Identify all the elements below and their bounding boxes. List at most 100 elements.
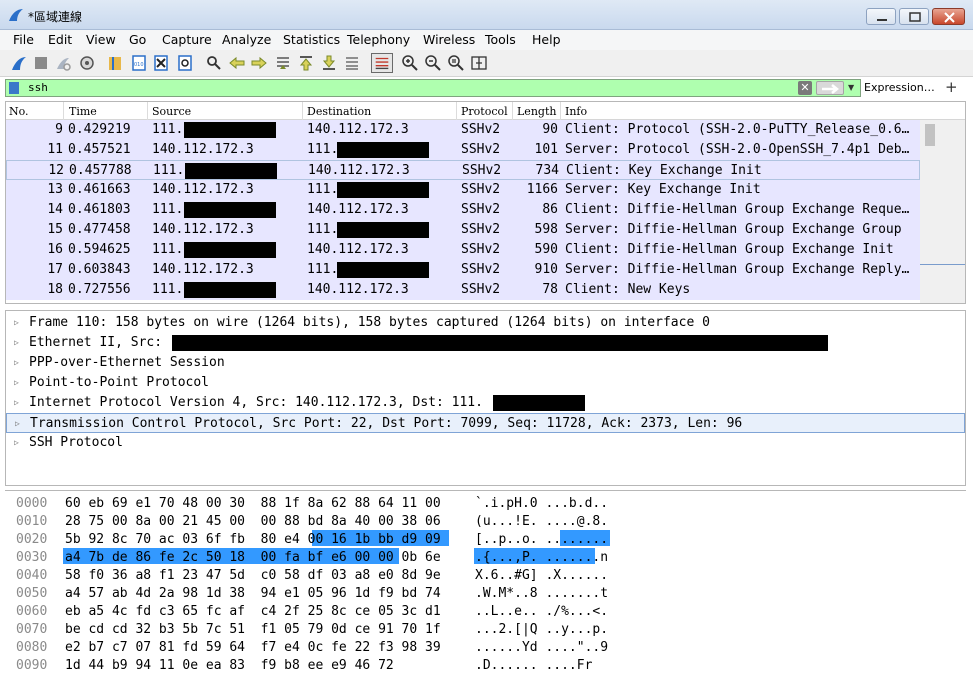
- minimize-button[interactable]: [866, 8, 896, 25]
- column-destination[interactable]: Destination: [307, 105, 371, 118]
- cell-no: 17: [47, 262, 63, 277]
- cell-no: 14: [47, 202, 63, 217]
- expression-button[interactable]: Expression…: [864, 81, 935, 94]
- expand-arrow-icon[interactable]: ▷: [14, 318, 19, 327]
- packet-row[interactable]: 15 0.477458 140.112.172.3 111. SSHv2 598 Serve…: [6, 220, 920, 240]
- bytes-row[interactable]: 0000 60 eb 69 e1 70 48 00 30 88 1f 8a 62 …: [5, 495, 705, 513]
- reload-icon[interactable]: [176, 54, 194, 72]
- bytes-offset: 0040: [16, 568, 48, 583]
- expand-arrow-icon[interactable]: ▷: [14, 338, 19, 347]
- redaction-block: [337, 262, 429, 278]
- colorize-icon[interactable]: [371, 53, 393, 73]
- cell-no: 12: [48, 163, 64, 178]
- menu-statistics[interactable]: Statistics: [283, 32, 340, 47]
- menu-wireless[interactable]: Wireless: [423, 32, 475, 47]
- bytes-hex: 58 f0 36 a8 f1 23 47 5d c0 58 df 03 a8 e…: [65, 568, 441, 583]
- zoom-in-icon[interactable]: [401, 54, 419, 72]
- packet-row[interactable]: 11 0.457521 140.112.172.3 111. SSHv2 101 Serve…: [6, 140, 920, 160]
- filter-history-dropdown[interactable]: ▼: [848, 83, 854, 92]
- packet-row[interactable]: 17 0.603843 140.112.172.3 111. SSHv2 910 Serve…: [6, 260, 920, 280]
- bytes-row[interactable]: 0020 5b 92 8c 70 ac 03 6f fb 80 e4 00 16 …: [5, 531, 705, 549]
- menu-help[interactable]: Help: [532, 32, 561, 47]
- menu-edit[interactable]: Edit: [48, 32, 72, 47]
- cell-info: Server: Protocol (SSH-2.0-OpenSSH_7.4p1 …: [565, 142, 910, 157]
- expand-arrow-icon[interactable]: ▷: [14, 358, 19, 367]
- add-filter-button[interactable]: +: [945, 78, 958, 96]
- detail-ipv4[interactable]: ▷ Internet Protocol Version 4, Src: 140.1…: [6, 393, 965, 413]
- packet-row[interactable]: 16 0.594625 111. 140.112.172.3 SSHv2 590 Clien…: [6, 240, 920, 260]
- bytes-row[interactable]: 0040 58 f0 36 a8 f1 23 47 5d c0 58 df 03 …: [5, 567, 705, 585]
- cell-proto: SSHv2: [461, 262, 501, 277]
- detail-ethernet[interactable]: ▷ Ethernet II, Src:: [6, 333, 965, 353]
- bytes-row[interactable]: 0010 28 75 00 8a 00 21 45 00 00 88 bd 8a …: [5, 513, 705, 531]
- scrollbar-thumb[interactable]: [925, 124, 935, 146]
- column-info[interactable]: Info: [565, 105, 587, 118]
- bytes-row[interactable]: 0070 be cd cd 32 b3 5b 7c 51 f1 05 79 0d …: [5, 621, 705, 639]
- back-arrow-icon[interactable]: [228, 54, 246, 72]
- cell-info: Client: New Keys: [565, 282, 691, 297]
- cell-proto: SSHv2: [461, 142, 501, 157]
- apply-filter-button[interactable]: [816, 81, 844, 95]
- packet-row[interactable]: 12 0.457788 111. 140.112.172.3 SSHv2 734 Clien…: [6, 160, 920, 180]
- save-icon[interactable]: 010: [130, 54, 148, 72]
- close-file-icon[interactable]: [152, 54, 170, 72]
- column-protocol[interactable]: Protocol: [461, 105, 508, 118]
- menu-go[interactable]: Go: [129, 32, 146, 47]
- cell-src: 111.: [152, 202, 184, 217]
- stop-icon[interactable]: [32, 54, 50, 72]
- last-packet-icon[interactable]: [320, 54, 338, 72]
- options-gear-icon[interactable]: [78, 54, 96, 72]
- menu-tools[interactable]: Tools: [485, 32, 516, 47]
- detail-ppp[interactable]: ▷ Point-to-Point Protocol: [6, 373, 965, 393]
- detail-pppoe[interactable]: ▷ PPP-over-Ethernet Session: [6, 353, 965, 373]
- bytes-row[interactable]: 0060 eb a5 4c fd c3 65 fc af c4 2f 25 8c …: [5, 603, 705, 621]
- expand-arrow-icon[interactable]: ▷: [14, 438, 19, 447]
- cell-time: 0.727556: [68, 282, 131, 297]
- bytes-row[interactable]: 0030 a4 7b de 86 fe 2c 50 18 00 fa bf e6 …: [5, 549, 705, 567]
- detail-frame[interactable]: ▷ Frame 110: 158 bytes on wire (1264 bits…: [6, 313, 965, 333]
- normal-size-icon[interactable]: [447, 54, 465, 72]
- menu-file[interactable]: File: [13, 32, 34, 47]
- forward-arrow-icon[interactable]: [250, 54, 268, 72]
- cell-info: Server: Diffie-Hellman Group Exchange Re…: [565, 262, 910, 277]
- display-filter-input[interactable]: ssh ✕ ▼: [5, 79, 861, 97]
- menu-view[interactable]: View: [86, 32, 116, 47]
- cell-dst: 140.112.172.3: [307, 282, 409, 297]
- go-to-packet-icon[interactable]: [274, 54, 292, 72]
- packet-row[interactable]: 14 0.461803 111. 140.112.172.3 SSHv2 86 Client…: [6, 200, 920, 220]
- first-packet-icon[interactable]: [297, 54, 315, 72]
- bytes-row[interactable]: 0050 a4 57 ab 4d 2a 98 1d 38 94 e1 05 96 …: [5, 585, 705, 603]
- packet-row[interactable]: 18 0.727556 111. 140.112.172.3 SSHv2 78 Client…: [6, 280, 920, 300]
- cell-time: 0.461803: [68, 202, 131, 217]
- open-folder-icon[interactable]: [106, 54, 124, 72]
- column-no[interactable]: No.: [9, 105, 29, 118]
- find-icon[interactable]: [205, 54, 223, 72]
- zoom-out-icon[interactable]: [424, 54, 442, 72]
- autoscroll-icon[interactable]: [343, 54, 361, 72]
- bytes-row[interactable]: 0090 1d 44 b9 94 11 0e ea 83 f9 b8 ee e9 …: [5, 657, 705, 675]
- column-time[interactable]: Time: [69, 105, 97, 118]
- restart-icon[interactable]: [54, 54, 72, 72]
- detail-ssh[interactable]: ▷ SSH Protocol: [6, 433, 965, 453]
- packet-list-header: No. Time Source Destination Protocol Len…: [6, 102, 965, 120]
- resize-columns-icon[interactable]: [470, 54, 488, 72]
- packet-list-scrollbar[interactable]: [920, 120, 965, 303]
- clear-filter-icon[interactable]: ✕: [798, 81, 812, 95]
- menu-capture[interactable]: Capture: [162, 32, 212, 47]
- menu-analyze[interactable]: Analyze: [222, 32, 271, 47]
- packet-row[interactable]: 9 0.429219 111. 140.112.172.3 SSHv2 90 Client:…: [6, 120, 920, 140]
- bytes-row[interactable]: 0080 e2 b7 c7 07 81 fd 59 64 f7 e4 0c fe …: [5, 639, 705, 657]
- menu-telephony[interactable]: Telephony: [347, 32, 410, 47]
- packet-row[interactable]: 13 0.461663 140.112.172.3 111. SSHv2 1166 Serv…: [6, 180, 920, 200]
- expand-arrow-icon[interactable]: ▷: [15, 419, 20, 428]
- bookmark-icon[interactable]: [9, 82, 19, 94]
- close-button[interactable]: [932, 8, 965, 25]
- expand-arrow-icon[interactable]: ▷: [14, 398, 19, 407]
- bytes-ascii: X.6..#G] .X......: [475, 568, 609, 583]
- shark-fin-start-icon[interactable]: [10, 54, 28, 72]
- detail-tcp[interactable]: ▷ Transmission Control Protocol, Src Port…: [6, 413, 965, 433]
- maximize-button[interactable]: [899, 8, 929, 25]
- column-length[interactable]: Length: [517, 105, 556, 118]
- column-source[interactable]: Source: [152, 105, 191, 118]
- expand-arrow-icon[interactable]: ▷: [14, 378, 19, 387]
